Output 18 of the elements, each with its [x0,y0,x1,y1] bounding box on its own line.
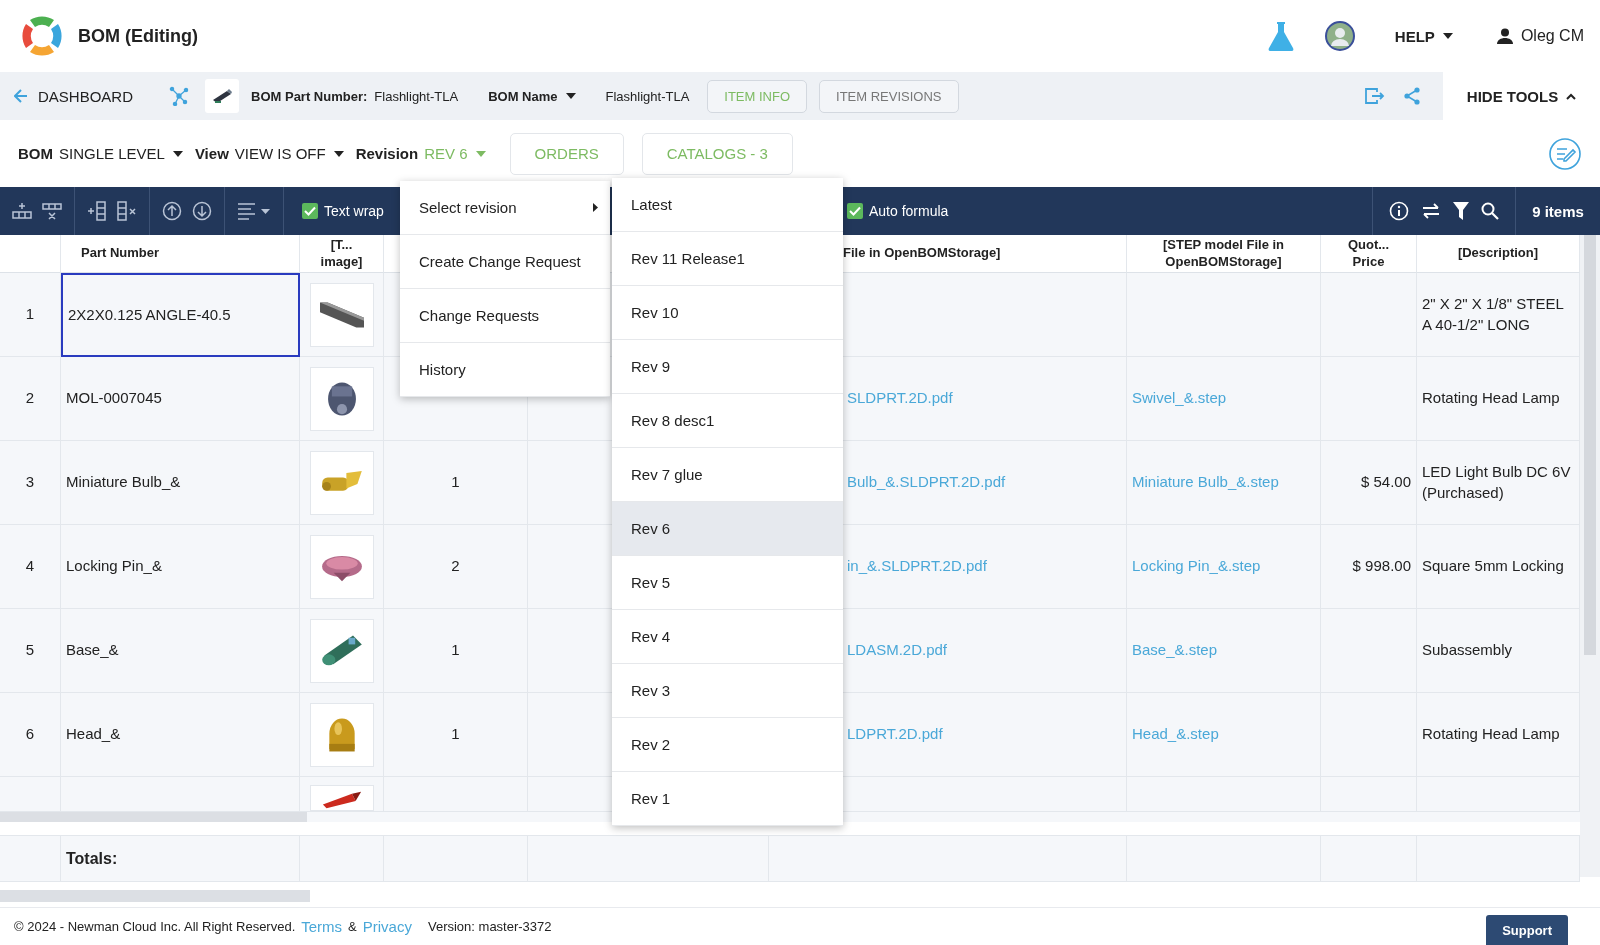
item-count: 9 items [1531,201,1585,222]
version-text: Version: master-3372 [427,919,552,934]
page-title: BOM (Editing) [78,25,198,47]
copyright-text: © 2024 - Newman Cloud Inc. All Right Reserved. [14,919,296,934]
control-label: View [194,145,229,162]
totals-label: Totals: [61,836,300,881]
field-label: BOM Part Number: [251,88,368,104]
row-number: 2 [0,357,61,441]
row-number: 4 [0,525,61,609]
row-number: 5 [0,609,61,693]
control-label: Revision [355,145,419,162]
row-number: 6 [0,693,61,777]
ampersand: & [348,919,357,934]
field-value: Flashlight-TLA [374,88,459,104]
row-number: 1 [0,273,61,357]
field-value: Flashlight-TLA [605,88,690,104]
row-number: 3 [0,441,61,525]
control-label: BOM [18,145,53,162]
